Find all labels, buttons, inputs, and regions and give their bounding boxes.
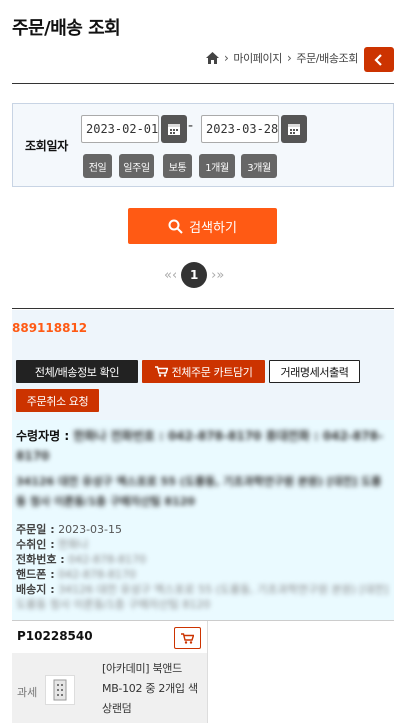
date-separator: - bbox=[188, 118, 194, 134]
shipping-info: 수령자명 : 한화나 전화번호 : 042-878-8170 휴대전화 : 04… bbox=[12, 420, 394, 620]
recipient-label: 수령자명 : bbox=[16, 429, 70, 443]
statement-print-button[interactable]: 거래명세서출력 bbox=[269, 360, 360, 383]
product-name[interactable]: [아카데미] 북앤드 MB-102 중 2개입 색상랜덤 bbox=[102, 659, 202, 719]
start-date-input[interactable]: 2023-02-01 bbox=[81, 115, 159, 143]
order-number[interactable]: 889118812 bbox=[12, 321, 87, 335]
date-label: 조회일자 bbox=[25, 139, 68, 153]
breadcrumb-item-mypage[interactable]: 마이페이지 bbox=[233, 50, 282, 66]
quick-range-normal[interactable]: 보통 bbox=[163, 154, 192, 178]
product-body: 과세 [아카데미] 북앤드 MB-102 중 2개입 색상랜덤 bbox=[12, 653, 207, 723]
breadcrumb: › 마이페이지 › 주문/배송조회 bbox=[205, 50, 358, 66]
breadcrumb-item-current: 주문/배송조회 bbox=[296, 52, 358, 65]
date-search-panel: 조회일자 2023-02-01 - 2023-03-28 전일 일주일 보통 1… bbox=[12, 103, 394, 187]
detail-shipping-button[interactable]: 전체/배송정보 확인 bbox=[16, 360, 138, 383]
address-value: 34126 대전 유성구 엑스포로 55 (도룡동, 기초과학연구원 본원) [… bbox=[16, 475, 382, 508]
phone-value: 042-878-8170 bbox=[68, 553, 147, 566]
back-button[interactable] bbox=[364, 47, 394, 72]
calendar-icon[interactable] bbox=[281, 115, 307, 143]
pagination: «‹ 1 ›» bbox=[164, 262, 224, 288]
page-title: 주문/배송 조회 bbox=[12, 18, 121, 39]
receiver-label: 수취인 : bbox=[16, 538, 55, 551]
ship-value: 34126 대전 유성구 엑스포로 55 (도룡동, 기초과학연구원 본원) [… bbox=[16, 583, 389, 611]
home-icon[interactable] bbox=[205, 52, 219, 64]
ship-label: 배송지 : bbox=[16, 583, 55, 596]
quick-range-week[interactable]: 일주일 bbox=[119, 154, 154, 178]
pagination-next[interactable]: ›» bbox=[211, 268, 224, 283]
calendar-icon[interactable] bbox=[161, 115, 187, 143]
quick-range-yesterday[interactable]: 전일 bbox=[83, 154, 112, 178]
recipient-value: 한화나 전화번호 : 042-878-8170 휴대전화 : 042-878-8… bbox=[16, 429, 383, 463]
mobile-value: 042-878-8170 bbox=[58, 568, 137, 581]
page-number[interactable]: 1 bbox=[181, 262, 208, 288]
cart-icon bbox=[154, 366, 168, 377]
order-date-label: 주문일 : bbox=[16, 523, 55, 536]
search-button[interactable]: 검색하기 bbox=[128, 208, 277, 244]
divider bbox=[207, 621, 208, 723]
order-card: 889118812 전체/배송정보 확인 전체주문 카트담기 거래명세서출력 주… bbox=[12, 310, 394, 620]
chevron-right-icon: › bbox=[223, 51, 229, 65]
receiver-value: 한화나 bbox=[58, 538, 89, 551]
product-thumbnail[interactable] bbox=[45, 675, 75, 705]
tax-type: 과세 bbox=[17, 686, 38, 699]
divider bbox=[12, 83, 394, 84]
end-date-input[interactable]: 2023-03-28 bbox=[201, 115, 279, 143]
chevron-right-icon: › bbox=[286, 51, 292, 65]
quick-range-1month[interactable]: 1개월 bbox=[199, 154, 235, 178]
search-button-label: 검색하기 bbox=[189, 220, 237, 236]
search-icon bbox=[168, 219, 183, 234]
quick-range-3months[interactable]: 3개월 bbox=[241, 154, 277, 178]
cart-all-label: 전체주문 카트담기 bbox=[171, 365, 253, 379]
product-item: P10228540 과세 [아카데미] 북앤드 MB-102 중 2개입 색상랜… bbox=[12, 621, 207, 723]
divider bbox=[12, 308, 394, 309]
chevron-left-icon bbox=[374, 53, 382, 66]
cancel-request-button[interactable]: 주문취소 요청 bbox=[16, 389, 99, 412]
order-date: 2023-03-15 bbox=[58, 523, 123, 536]
product-code: P10228540 bbox=[17, 629, 93, 643]
pagination-prev[interactable]: «‹ bbox=[164, 268, 177, 283]
mobile-label: 핸드폰 : bbox=[16, 568, 55, 581]
cart-all-button[interactable]: 전체주문 카트담기 bbox=[142, 360, 265, 383]
add-to-cart-button[interactable] bbox=[174, 627, 201, 649]
cart-icon bbox=[181, 632, 194, 644]
phone-label: 전화번호 : bbox=[16, 553, 65, 566]
